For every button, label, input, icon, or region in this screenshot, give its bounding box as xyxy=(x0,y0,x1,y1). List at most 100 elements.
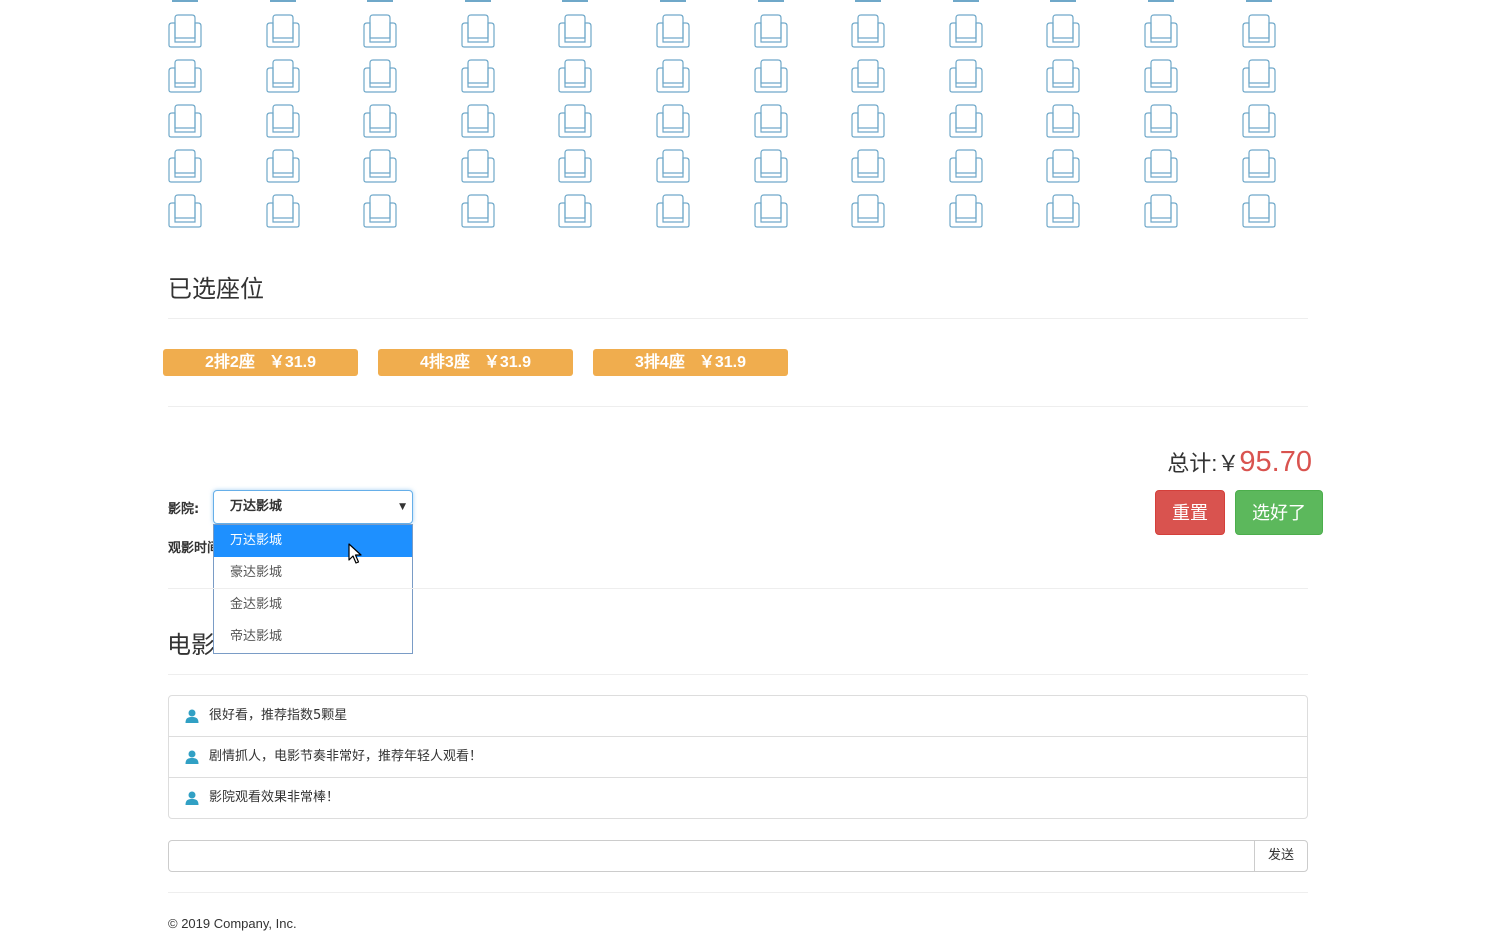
comment-item: 剧情抓人，电影节奏非常好，推荐年轻人观看！ xyxy=(169,737,1307,778)
caret-down-icon: ▼ xyxy=(399,502,406,512)
seat-armchair-icon[interactable] xyxy=(1241,149,1277,183)
seat-armchair-icon[interactable] xyxy=(850,14,886,48)
seat-armchair-icon[interactable] xyxy=(460,104,496,138)
seat-armchair-icon[interactable] xyxy=(167,59,203,93)
total-label: 总计:￥ xyxy=(1167,451,1240,476)
total-price: 总计:￥95.70 xyxy=(1167,446,1312,479)
seat-armchair-icon[interactable] xyxy=(362,104,398,138)
seat-armchair-icon[interactable] xyxy=(1143,104,1179,138)
seat-armchair-icon[interactable] xyxy=(265,14,301,48)
divider xyxy=(168,406,1308,407)
seat-armchair-icon[interactable] xyxy=(753,59,789,93)
seat-armchair-icon[interactable] xyxy=(948,194,984,228)
seat-edge xyxy=(855,0,882,2)
seat-armchair-icon[interactable] xyxy=(1143,14,1179,48)
comment-text: 剧情抓人，电影节奏非常好，推荐年轻人观看！ xyxy=(209,749,483,764)
selected-seat-tag[interactable]: 3排4座 ￥31.9 xyxy=(593,349,788,376)
seat-armchair-icon[interactable] xyxy=(1045,14,1081,48)
seat-armchair-icon[interactable] xyxy=(655,149,691,183)
seat-edge xyxy=(172,0,198,2)
seat-armchair-icon[interactable] xyxy=(265,149,301,183)
seat-armchair-icon[interactable] xyxy=(850,104,886,138)
cinema-option[interactable]: 豪达影城 xyxy=(214,557,412,589)
seat-armchair-icon[interactable] xyxy=(167,104,203,138)
seat-edge xyxy=(269,0,296,2)
selected-seats-title: 已选座位 xyxy=(168,276,264,303)
seat-armchair-icon[interactable] xyxy=(557,14,593,48)
reset-button[interactable]: 重置 xyxy=(1155,490,1225,535)
seat-armchair-icon[interactable] xyxy=(655,14,691,48)
seat-armchair-icon[interactable] xyxy=(167,14,203,48)
seat-armchair-icon[interactable] xyxy=(362,149,398,183)
seat-armchair-icon[interactable] xyxy=(1241,194,1277,228)
seat-armchair-icon[interactable] xyxy=(948,149,984,183)
seat-armchair-icon[interactable] xyxy=(948,104,984,138)
seat-armchair-icon[interactable] xyxy=(753,149,789,183)
selected-seat-tag[interactable]: 4排3座 ￥31.9 xyxy=(378,349,573,376)
seat-armchair-icon[interactable] xyxy=(1143,59,1179,93)
divider xyxy=(168,588,1308,589)
seat-armchair-icon[interactable] xyxy=(655,194,691,228)
seat-armchair-icon[interactable] xyxy=(1241,14,1277,48)
seat-armchair-icon[interactable] xyxy=(948,14,984,48)
seat-armchair-icon[interactable] xyxy=(948,59,984,93)
seat-armchair-icon[interactable] xyxy=(1045,194,1081,228)
seat-armchair-icon[interactable] xyxy=(362,194,398,228)
comment-list: 很好看，推荐指数5颗星 剧情抓人，电影节奏非常好，推荐年轻人观看！ 影院观看效果… xyxy=(168,695,1308,819)
comment-item: 很好看，推荐指数5颗星 xyxy=(169,696,1307,737)
seat-armchair-icon[interactable] xyxy=(850,194,886,228)
comment-item: 影院观看效果非常棒！ xyxy=(169,778,1307,818)
seat-armchair-icon[interactable] xyxy=(753,104,789,138)
cinema-option[interactable]: 万达影城 xyxy=(214,525,412,557)
selected-seat-tag[interactable]: 2排2座 ￥31.9 xyxy=(163,349,358,376)
seat-armchair-icon[interactable] xyxy=(753,14,789,48)
seat-armchair-icon[interactable] xyxy=(167,194,203,228)
seat-armchair-icon[interactable] xyxy=(753,194,789,228)
seat-armchair-icon[interactable] xyxy=(460,14,496,48)
seat-armchair-icon[interactable] xyxy=(557,59,593,93)
seat-edge xyxy=(757,0,784,2)
divider xyxy=(168,674,1308,675)
seat-armchair-icon[interactable] xyxy=(1143,149,1179,183)
seat-armchair-icon[interactable] xyxy=(1045,104,1081,138)
seat-armchair-icon[interactable] xyxy=(362,59,398,93)
seat-armchair-icon[interactable] xyxy=(460,59,496,93)
seat-edge xyxy=(1245,0,1272,2)
comment-text: 很好看，推荐指数5颗星 xyxy=(209,708,348,723)
seat-armchair-icon[interactable] xyxy=(265,104,301,138)
seat-armchair-icon[interactable] xyxy=(850,149,886,183)
user-icon xyxy=(185,709,199,723)
seat-armchair-icon[interactable] xyxy=(460,149,496,183)
seat-armchair-icon[interactable] xyxy=(460,194,496,228)
seat-armchair-icon[interactable] xyxy=(850,59,886,93)
seat-armchair-icon[interactable] xyxy=(655,104,691,138)
user-icon xyxy=(185,750,199,764)
cinema-option[interactable]: 金达影城 xyxy=(214,589,412,621)
seat-label: 3排4座 xyxy=(635,354,685,371)
seat-armchair-icon[interactable] xyxy=(362,14,398,48)
seat-armchair-icon[interactable] xyxy=(1241,104,1277,138)
cinema-select[interactable]: 万达影城 ▼ xyxy=(213,490,413,524)
comment-input[interactable] xyxy=(168,840,1255,872)
seat-armchair-icon[interactable] xyxy=(557,194,593,228)
seat-armchair-icon[interactable] xyxy=(265,194,301,228)
seat-armchair-icon[interactable] xyxy=(1045,59,1081,93)
seat-armchair-icon[interactable] xyxy=(1045,149,1081,183)
confirm-button[interactable]: 选好了 xyxy=(1235,490,1323,535)
seat-armchair-icon[interactable] xyxy=(557,149,593,183)
seat-armchair-icon[interactable] xyxy=(265,59,301,93)
user-icon xyxy=(185,791,199,805)
seat-edge xyxy=(562,0,589,2)
cinema-option[interactable]: 帝达影城 xyxy=(214,621,412,653)
footer-copyright: © 2019 Company, Inc. xyxy=(168,916,297,931)
showtime-label: 观影时间 xyxy=(168,541,213,556)
seat-armchair-icon[interactable] xyxy=(1241,59,1277,93)
seat-label: 4排3座 xyxy=(420,354,470,371)
seat-armchair-icon[interactable] xyxy=(167,149,203,183)
seat-edge xyxy=(367,0,394,2)
seat-armchair-icon[interactable] xyxy=(1143,194,1179,228)
cinema-selected-value: 万达影城 xyxy=(230,499,283,514)
seat-armchair-icon[interactable] xyxy=(557,104,593,138)
seat-armchair-icon[interactable] xyxy=(655,59,691,93)
send-button[interactable]: 发送 xyxy=(1254,840,1308,872)
